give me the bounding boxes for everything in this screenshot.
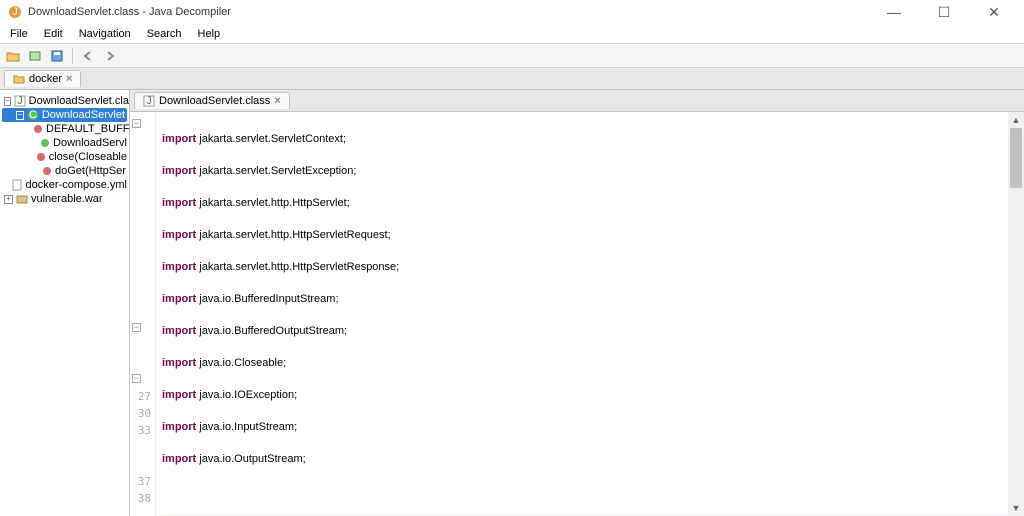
close-button[interactable]: ✕	[978, 4, 1010, 21]
menu-edit[interactable]: Edit	[38, 26, 69, 42]
back-icon[interactable]	[79, 47, 97, 65]
svg-text:C: C	[29, 109, 37, 121]
collapse-icon[interactable]: −	[4, 97, 11, 106]
open-file-icon[interactable]	[4, 47, 22, 65]
save-icon[interactable]	[48, 47, 66, 65]
method-icon	[36, 152, 46, 162]
tree-member-label: close(Closeable	[49, 151, 127, 163]
tree-war-label: vulnerable.war	[31, 193, 103, 205]
tree-compose-label: docker-compose.yml	[26, 179, 127, 191]
menu-search[interactable]: Search	[141, 26, 188, 42]
menu-bar: File Edit Navigation Search Help	[0, 24, 1024, 44]
gutter: − − − 27 30 33 37 38	[130, 112, 156, 516]
scroll-down-icon[interactable]: ▼	[1008, 500, 1024, 516]
method-icon	[42, 166, 52, 176]
editor-body[interactable]: − − − 27 30 33 37 38 import jakarta.serv…	[130, 112, 1024, 516]
forward-icon[interactable]	[101, 47, 119, 65]
vertical-scrollbar[interactable]: ▲ ▼	[1008, 112, 1024, 516]
project-tab-docker[interactable]: docker ×	[4, 70, 81, 87]
class-icon: C	[27, 109, 39, 121]
tree-member-label: doGet(HttpSer	[55, 165, 126, 177]
line-number: 33	[130, 422, 155, 439]
open-type-icon[interactable]	[26, 47, 44, 65]
tree-war[interactable]: + vulnerable.war	[2, 192, 127, 206]
editor-pane: J DownloadServlet.class × − − − 27 30 33…	[130, 90, 1024, 516]
project-tree: − J DownloadServlet.class − C DownloadSe…	[0, 90, 130, 516]
editor-tab-label: DownloadServlet.class	[159, 95, 270, 107]
expand-icon[interactable]: +	[4, 195, 13, 204]
tree-member-ctor[interactable]: DownloadServl	[2, 136, 127, 150]
tree-root-label: DownloadServlet.class	[29, 95, 130, 107]
maximize-button[interactable]: ☐	[928, 4, 960, 21]
class-file-icon: J	[14, 95, 26, 107]
fold-icon[interactable]: −	[132, 374, 141, 383]
menu-help[interactable]: Help	[192, 26, 227, 42]
editor-tab-active[interactable]: J DownloadServlet.class ×	[134, 92, 290, 109]
line-number: 38	[130, 490, 155, 507]
tree-member-const[interactable]: DEFAULT_BUFF	[2, 122, 127, 136]
editor-tabstrip: J DownloadServlet.class ×	[130, 90, 1024, 112]
svg-text:J: J	[12, 6, 18, 18]
tree-member-label: DEFAULT_BUFF	[46, 123, 130, 135]
tree-compose[interactable]: docker-compose.yml	[2, 178, 127, 192]
class-file-icon: J	[143, 95, 155, 107]
window-title: DownloadServlet.class - Java Decompiler	[28, 6, 878, 18]
toolbar	[0, 44, 1024, 68]
tree-class-label: DownloadServlet	[42, 109, 125, 121]
archive-icon	[16, 193, 28, 205]
scrollbar-thumb[interactable]	[1010, 128, 1022, 188]
collapse-icon[interactable]: −	[16, 111, 24, 120]
menu-navigation[interactable]: Navigation	[73, 26, 137, 42]
tree-member-doget[interactable]: doGet(HttpSer	[2, 164, 127, 178]
tree-class-node[interactable]: − C DownloadServlet	[2, 108, 127, 122]
field-icon	[33, 124, 43, 134]
tab-close-icon[interactable]: ×	[66, 73, 72, 85]
project-tabstrip: docker ×	[0, 68, 1024, 90]
minimize-button[interactable]: —	[878, 4, 910, 20]
tab-close-icon[interactable]: ×	[274, 95, 280, 107]
window-controls: — ☐ ✕	[878, 4, 1016, 21]
fold-icon[interactable]: −	[132, 323, 141, 332]
code-area[interactable]: import jakarta.servlet.ServletContext; i…	[156, 112, 1024, 516]
method-icon	[40, 138, 50, 148]
toolbar-separator	[72, 48, 73, 64]
app-icon: J	[8, 5, 22, 19]
scroll-up-icon[interactable]: ▲	[1008, 112, 1024, 128]
line-number: 37	[130, 473, 155, 490]
title-bar: J DownloadServlet.class - Java Decompile…	[0, 0, 1024, 24]
svg-text:J: J	[17, 95, 23, 107]
tree-root-class[interactable]: − J DownloadServlet.class	[2, 94, 127, 108]
fold-icon[interactable]: −	[132, 119, 141, 128]
svg-text:J: J	[146, 95, 152, 107]
tree-member-label: DownloadServl	[53, 137, 127, 149]
tree-member-close[interactable]: close(Closeable	[2, 150, 127, 164]
folder-icon	[13, 73, 25, 85]
file-icon	[11, 179, 23, 191]
line-number: 30	[130, 405, 155, 422]
line-number: 27	[130, 388, 155, 405]
project-tab-label: docker	[29, 73, 62, 85]
menu-file[interactable]: File	[4, 26, 34, 42]
